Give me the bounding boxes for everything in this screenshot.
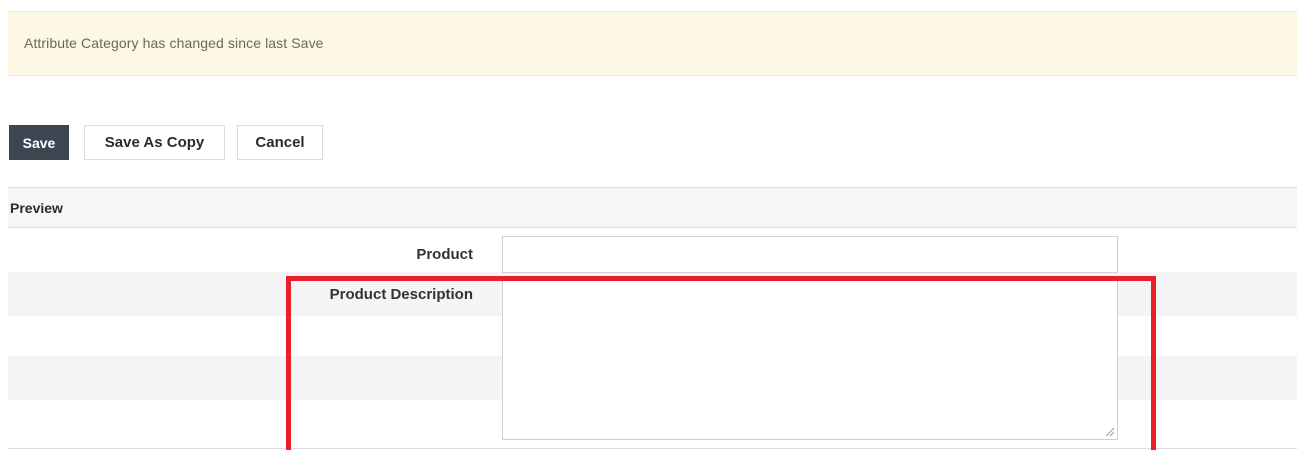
product-description-label: Product Description [329, 286, 473, 303]
save-button[interactable]: Save [9, 125, 69, 160]
preview-section-header: Preview [8, 187, 1297, 228]
product-description-textarea[interactable] [502, 280, 1118, 440]
cancel-button[interactable]: Cancel [237, 125, 323, 160]
preview-title: Preview [10, 200, 63, 216]
resize-handle-icon[interactable] [1103, 425, 1115, 437]
alert-message: Attribute Category has changed since las… [24, 35, 324, 51]
save-as-copy-button[interactable]: Save As Copy [84, 125, 225, 160]
form-row-divider [8, 448, 1297, 449]
alert-banner: Attribute Category has changed since las… [8, 11, 1297, 76]
product-input[interactable] [502, 236, 1118, 273]
product-label: Product [416, 246, 473, 263]
